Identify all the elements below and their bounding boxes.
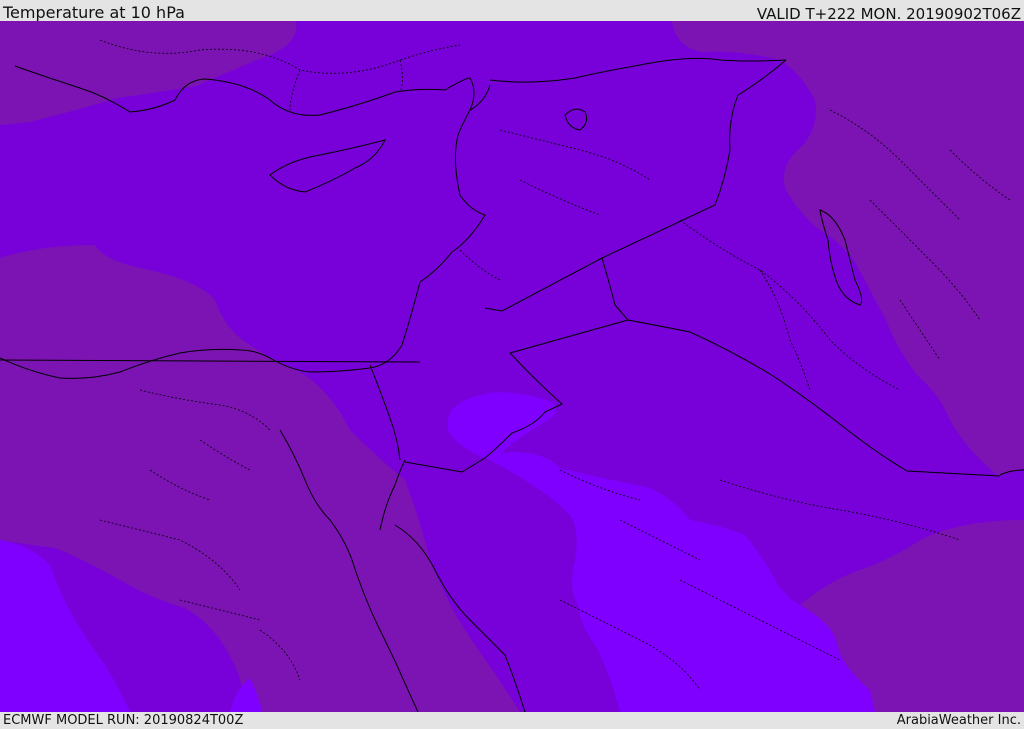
temperature-map[interactable]	[0, 21, 1024, 712]
map-title: Temperature at 10 hPa	[3, 3, 185, 22]
valid-time-label: VALID T+222 MON. 20190902T06Z	[756, 5, 1021, 23]
credit-label: ArabiaWeather Inc.	[896, 713, 1021, 728]
map-canvas	[0, 21, 1024, 712]
forecast-map-page: Temperature at 10 hPa VALID T+222 MON. 2…	[0, 0, 1024, 729]
model-run-label: ECMWF MODEL RUN: 20190824T00Z	[3, 713, 244, 728]
header-bar: Temperature at 10 hPa VALID T+222 MON. 2…	[0, 0, 1024, 23]
footer-bar: ECMWF MODEL RUN: 20190824T00Z ArabiaWeat…	[0, 712, 1024, 729]
